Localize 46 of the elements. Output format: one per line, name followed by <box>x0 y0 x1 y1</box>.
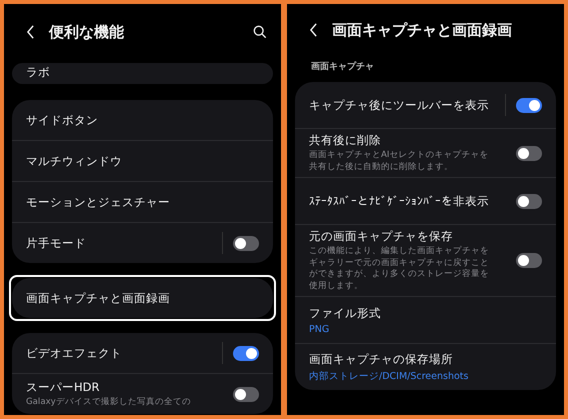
setting-label: ビデオエフェクト <box>26 346 123 360</box>
setting-description: Galaxyデバイスで撮影した写真の全ての <box>26 396 192 408</box>
setting-row[interactable]: 片手モード <box>12 222 273 263</box>
toggle-switch[interactable] <box>233 236 259 250</box>
setting-label: サイドボタン <box>26 112 99 128</box>
toggle-switch[interactable] <box>233 346 259 360</box>
setting-row[interactable]: サイドボタン <box>12 100 273 140</box>
setting-row[interactable]: ラボ <box>12 63 273 84</box>
setting-label: 片手モード <box>26 236 87 250</box>
setting-label: スーパーHDR <box>26 380 100 395</box>
setting-label: 元の画面キャプチャを保存 <box>309 229 454 244</box>
setting-row[interactable]: 共有後に削除 画面キャプチャとAIセレクトのキャプチャを共有した後に自動的に削除します。 <box>295 128 556 177</box>
toggle-switch[interactable] <box>516 146 542 160</box>
search-icon[interactable] <box>253 25 267 39</box>
setting-row[interactable]: ファイル形式 PNG <box>295 296 556 343</box>
setting-label: モーションとジェスチャー <box>26 194 171 210</box>
page-title: 便利な機能 <box>49 22 125 42</box>
setting-description: 画面キャプチャとAIセレクトのキャプチャを共有した後に自動的に削除します。 <box>309 150 489 173</box>
setting-label: 画面キャプチャと画面録画 <box>26 290 171 306</box>
back-icon[interactable] <box>309 23 318 37</box>
setting-row[interactable]: 画面キャプチャの保存場所 内部ストレージ/DCIM/Screenshots <box>295 343 556 390</box>
setting-description: この機能により、編集した画面キャプチャをギャラリーで元の画面キャプチャに戻すことができますが、より多くのストレージ容量を使用します。 <box>309 246 489 292</box>
setting-row[interactable]: ｽﾃｰﾀｽﾊﾞｰとﾅﾋﾞｹﾞｰｼｮﾝﾊﾞｰを非表示 <box>295 177 556 224</box>
setting-label: キャプチャ後にツールバーを表示 <box>309 98 490 112</box>
setting-row[interactable]: 画面キャプチャと画面録画 <box>12 278 273 318</box>
page-title: 画面キャプチャと画面録画 <box>332 20 513 40</box>
setting-row[interactable]: ビデオエフェクト <box>12 333 273 373</box>
setting-label: 画面キャプチャの保存場所 <box>309 352 454 366</box>
toggle-switch[interactable] <box>516 253 542 268</box>
setting-label: 共有後に削除 <box>309 133 382 148</box>
setting-row[interactable]: マルチウィンドウ <box>12 140 273 181</box>
section-label: 画面キャプチャ <box>310 60 375 74</box>
setting-label: マルチウィンドウ <box>26 154 123 168</box>
back-icon[interactable] <box>26 25 35 39</box>
setting-value: PNG <box>309 324 330 334</box>
setting-row[interactable]: モーションとジェスチャー <box>12 181 273 222</box>
setting-label: ファイル形式 <box>309 306 382 320</box>
setting-row[interactable]: スーパーHDR Galaxyデバイスで撮影した写真の全ての <box>12 373 273 414</box>
setting-row[interactable]: キャプチャ後にツールバーを表示 <box>295 82 556 128</box>
toggle-switch[interactable] <box>516 98 542 112</box>
setting-value: 内部ストレージ/DCIM/Screenshots <box>309 370 470 382</box>
setting-label: ｽﾃｰﾀｽﾊﾞｰとﾅﾋﾞｹﾞｰｼｮﾝﾊﾞｰを非表示 <box>309 194 490 208</box>
setting-row[interactable]: 元の画面キャプチャを保存 この機能により、編集した画面キャプチャをギャラリーで元の画面キャプチャに戻すことができますが、より多くのストレージ容量を使用します。 <box>295 224 556 296</box>
setting-label: ラボ <box>26 65 51 80</box>
toggle-switch[interactable] <box>233 386 259 402</box>
toggle-switch[interactable] <box>516 194 542 208</box>
